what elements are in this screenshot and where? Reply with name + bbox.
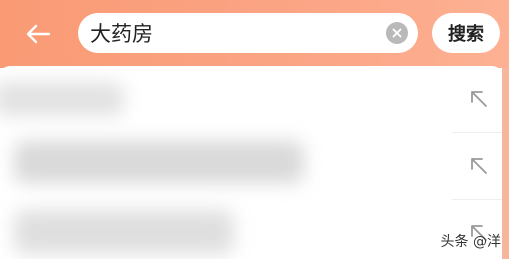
search-header: 搜索 [0,0,509,68]
search-button[interactable]: 搜索 [432,13,500,53]
suggestion-item[interactable] [0,66,502,132]
suggestion-item[interactable] [0,133,502,199]
suggestion-list [0,66,502,259]
arrow-up-left-icon [471,91,487,107]
blurred-suggestion-text [14,210,234,254]
search-screen: 搜索 [0,0,509,259]
suggestion-item[interactable] [0,200,502,259]
clear-x-icon [392,28,402,38]
background-edge [502,68,509,259]
blurred-suggestion-text [14,141,304,183]
fill-suggestion-button[interactable] [456,133,502,199]
source-watermark: 头条 @洋 [440,234,501,250]
search-input[interactable] [90,13,380,53]
fill-suggestion-button[interactable] [456,66,502,132]
blurred-suggestion-text [0,82,124,116]
clear-search-button[interactable] [386,22,408,44]
arrow-left-icon [26,24,51,44]
search-field[interactable] [78,13,418,53]
back-button[interactable] [16,14,60,54]
arrow-up-left-icon [471,158,487,174]
